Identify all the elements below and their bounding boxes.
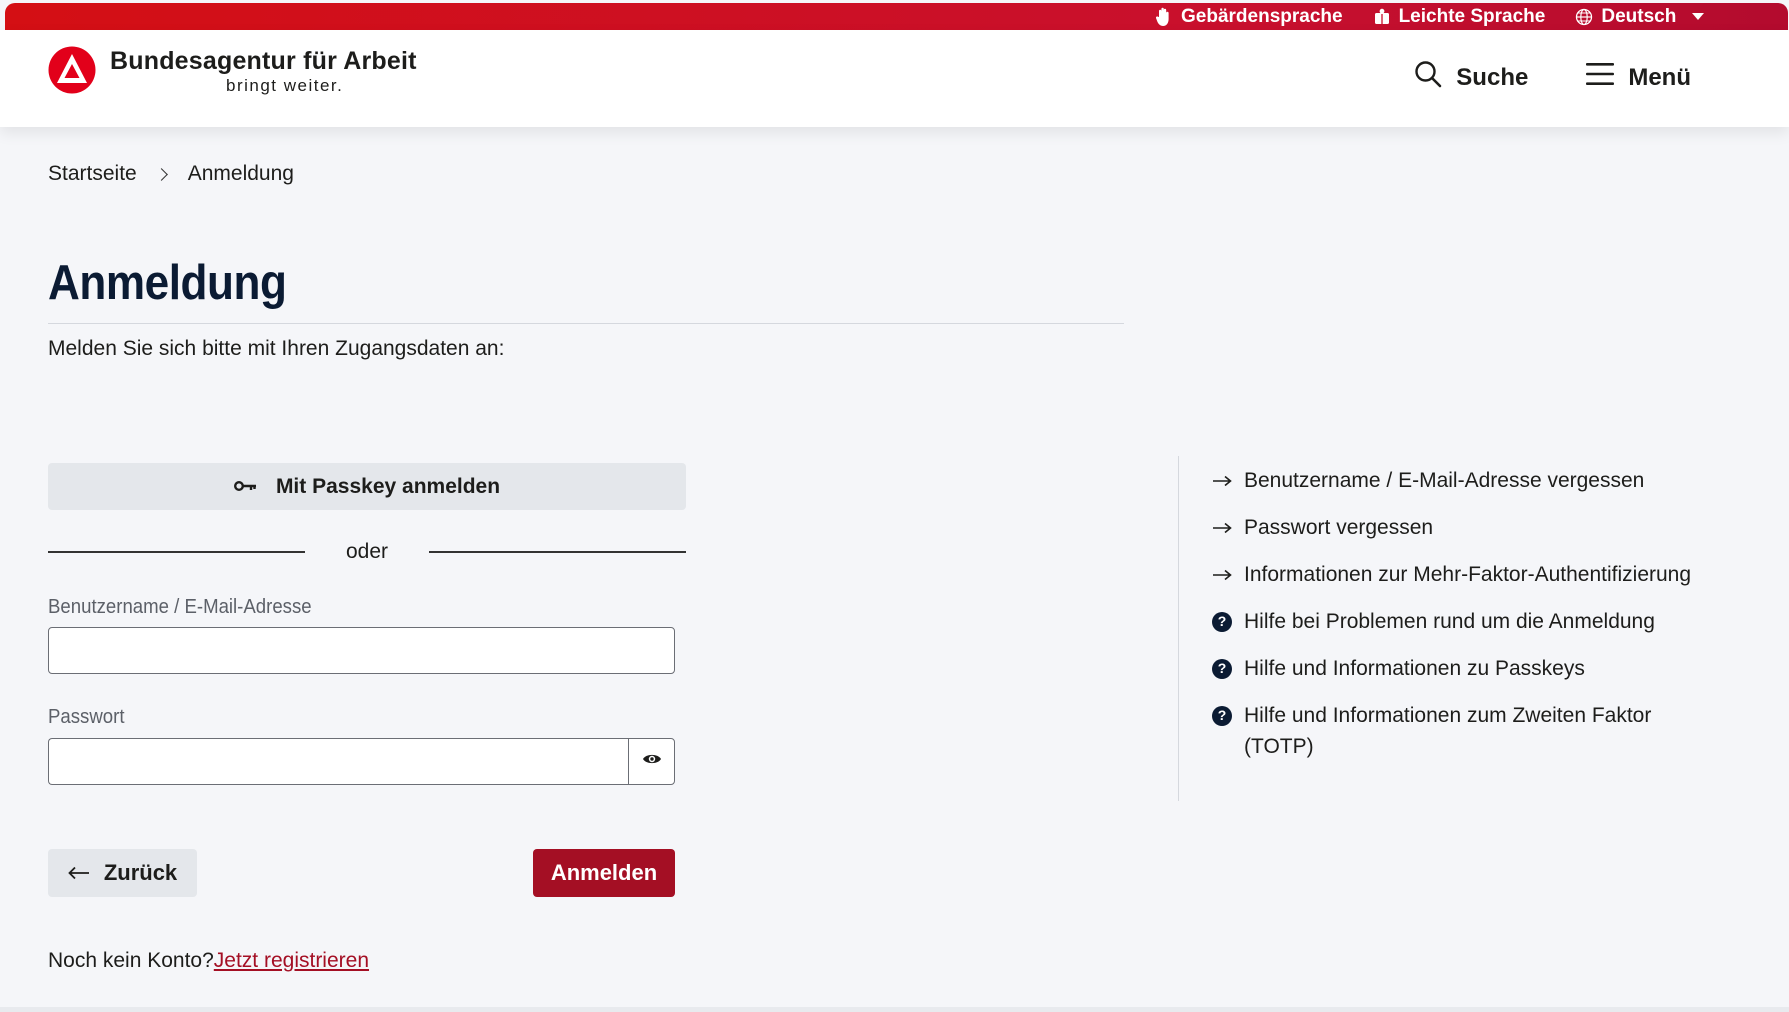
caret-down-icon <box>1692 13 1705 20</box>
login-help-label: Hilfe bei Problemen rund um die Anmeldun… <box>1244 610 1655 633</box>
breadcrumb-home-link[interactable]: Startseite <box>48 162 137 186</box>
logo-text: Bundesagentur für Arbeit bringt weiter. <box>110 46 417 96</box>
mfa-info-label: Informationen zur Mehr-Faktor-Authentifi… <box>1244 563 1692 586</box>
login-help-link[interactable]: ? Hilfe bei Problemen rund um die Anmeld… <box>1212 606 1692 637</box>
search-icon <box>1414 60 1442 95</box>
or-line-right <box>429 551 686 553</box>
site-header: Bundesagentur für Arbeit bringt weiter. … <box>0 30 1789 127</box>
easy-language-link[interactable]: Leichte Sprache <box>1373 5 1546 28</box>
username-label: Benutzername / E-Mail-Adresse <box>48 596 312 618</box>
footer-edge <box>0 1007 1789 1012</box>
search-label: Suche <box>1456 63 1529 91</box>
help-circle-icon: ? <box>1212 653 1232 684</box>
breadcrumb: Startseite Anmeldung <box>48 162 294 186</box>
register-prompt: Noch kein Konto? <box>48 949 214 972</box>
chevron-right-icon <box>154 167 168 181</box>
arrow-left-icon <box>68 860 90 886</box>
forgot-username-link[interactable]: Benutzername / E-Mail-Adresse vergessen <box>1212 465 1692 496</box>
ba-logo-icon <box>48 46 96 99</box>
passkey-login-button[interactable]: Mit Passkey anmelden <box>48 463 686 510</box>
easy-language-label: Leichte Sprache <box>1398 5 1546 27</box>
password-label: Passwort <box>48 706 125 728</box>
forgot-password-link[interactable]: Passwort vergessen <box>1212 512 1692 543</box>
menu-button[interactable]: Menü <box>1586 62 1691 93</box>
mfa-info-link[interactable]: Informationen zur Mehr-Faktor-Authentifi… <box>1212 559 1692 590</box>
passkey-button-label: Mit Passkey anmelden <box>275 474 501 498</box>
forgot-username-label: Benutzername / E-Mail-Adresse vergessen <box>1244 469 1645 492</box>
register-link[interactable]: Jetzt registrieren <box>214 949 369 972</box>
intro-text: Melden Sie sich bitte mit Ihren Zugangsd… <box>48 337 505 360</box>
sign-language-link[interactable]: Gebärdensprache <box>1155 6 1343 28</box>
header-actions: Suche Menü <box>1414 60 1691 95</box>
search-button[interactable]: Suche <box>1414 60 1528 95</box>
logo-slogan: bringt weiter. <box>226 76 344 95</box>
page-title: Anmeldung <box>48 256 287 310</box>
easy-language-book-icon <box>1373 8 1391 26</box>
or-text: oder <box>345 540 389 563</box>
password-input[interactable] <box>48 738 628 785</box>
totp-help-label: Hilfe und Informationen zum Zweiten Fakt… <box>1244 704 1652 758</box>
globe-icon <box>1575 8 1593 26</box>
passkey-help-link[interactable]: ? Hilfe und Informationen zu Passkeys <box>1212 653 1692 684</box>
breadcrumb-current: Anmeldung <box>187 162 294 185</box>
passkey-help-label: Hilfe und Informationen zu Passkeys <box>1244 657 1585 680</box>
show-password-button[interactable] <box>628 738 675 785</box>
top-utility-bar: Gebärdensprache Leichte Sprache Deutsch <box>5 3 1788 30</box>
help-divider <box>1178 456 1179 801</box>
language-selector[interactable]: Deutsch <box>1575 5 1705 28</box>
username-input[interactable] <box>48 627 675 674</box>
hamburger-menu-icon <box>1586 62 1615 93</box>
logo-home-link[interactable]: Bundesagentur für Arbeit bringt weiter. <box>48 46 417 99</box>
or-line-left <box>48 551 305 553</box>
sign-language-label: Gebärdensprache <box>1181 5 1343 27</box>
help-circle-icon: ? <box>1212 700 1232 731</box>
menu-label: Menü <box>1628 63 1691 91</box>
title-divider <box>48 323 1124 324</box>
totp-help-link[interactable]: ? Hilfe und Informationen zum Zweiten Fa… <box>1212 700 1692 762</box>
help-links: Benutzername / E-Mail-Adresse vergessen … <box>1212 465 1692 778</box>
arrow-right-icon <box>1212 512 1232 543</box>
back-button[interactable]: Zurück <box>48 849 197 897</box>
eye-icon <box>642 752 662 771</box>
back-button-label: Zurück <box>103 860 178 885</box>
help-circle-icon: ? <box>1212 606 1232 637</box>
or-separator: oder <box>48 540 686 564</box>
forgot-password-label: Passwort vergessen <box>1244 516 1434 539</box>
register-row: Noch kein Konto?Jetzt registrieren <box>48 949 369 973</box>
utility-links: Gebärdensprache Leichte Sprache Deutsch <box>1155 3 1705 30</box>
password-field-group <box>48 738 675 785</box>
login-button[interactable]: Anmelden <box>533 849 675 897</box>
logo-name: Bundesagentur für Arbeit <box>110 47 417 75</box>
language-label: Deutsch <box>1601 5 1677 27</box>
arrow-right-icon <box>1212 559 1232 590</box>
hand-icon <box>1155 7 1173 27</box>
key-icon <box>233 475 258 499</box>
arrow-right-icon <box>1212 465 1232 496</box>
